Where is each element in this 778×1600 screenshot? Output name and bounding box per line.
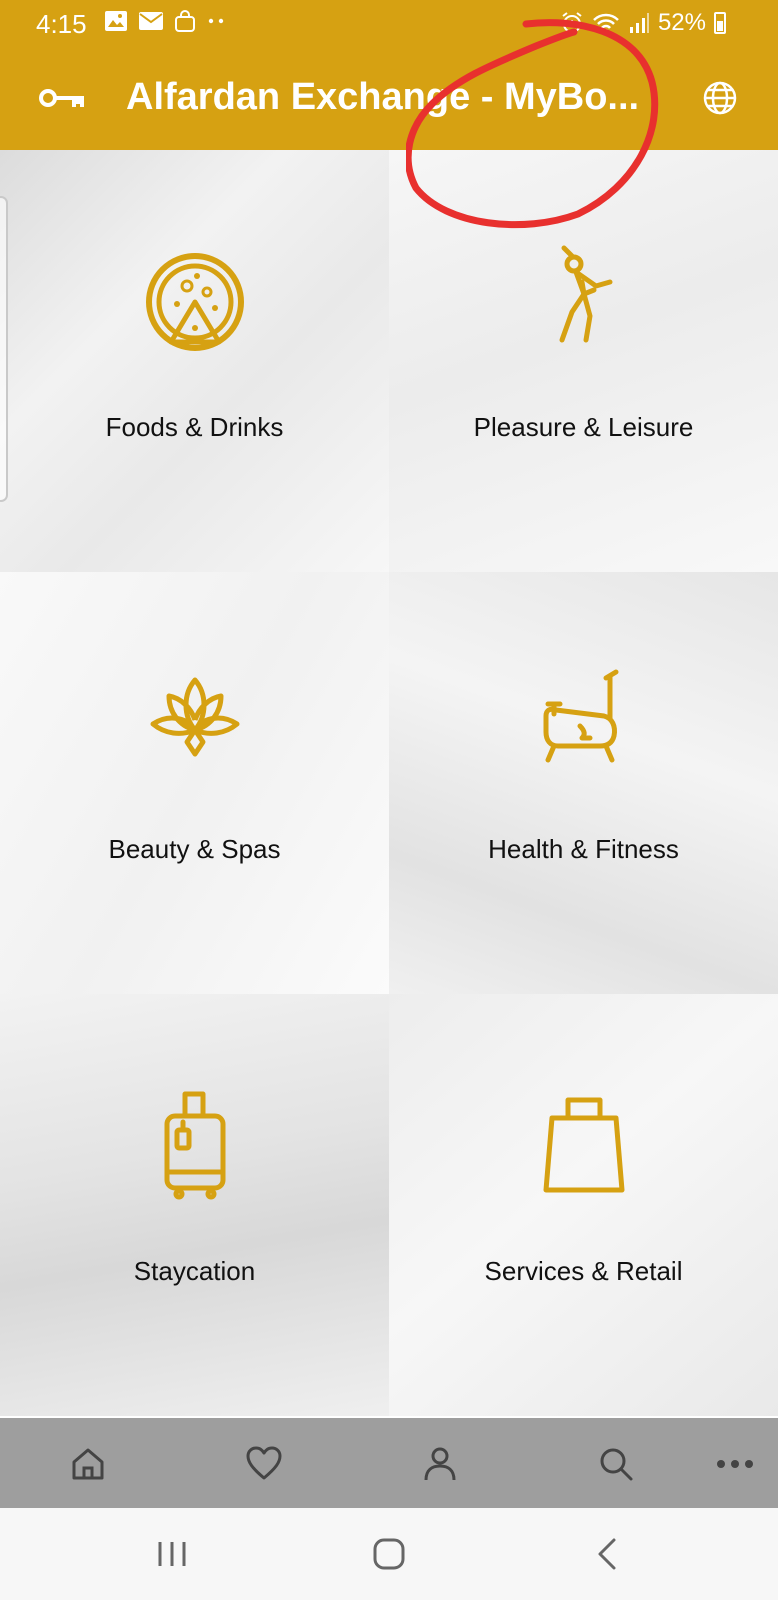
back-icon[interactable] <box>588 1534 628 1574</box>
key-icon[interactable] <box>38 80 88 116</box>
app-title: Alfardan Exchange - MyBo... <box>126 76 640 118</box>
category-label: Staycation <box>133 1256 256 1286</box>
home-button-icon[interactable] <box>369 1534 409 1574</box>
profile-icon[interactable] <box>420 1444 460 1484</box>
globe-icon[interactable] <box>702 80 738 116</box>
notification-icons <box>104 10 228 32</box>
category-label: Health & Fitness <box>488 834 679 864</box>
category-staycation[interactable]: Staycation <box>0 994 389 1416</box>
app-bar: Alfardan Exchange - MyBo... <box>0 48 778 150</box>
battery-icon <box>714 12 726 34</box>
system-nav-bar <box>0 1508 778 1600</box>
status-bar: 4:15 52% <box>0 0 778 48</box>
mail-icon <box>139 12 163 30</box>
exercise-bike-icon <box>543 669 618 763</box>
category-label: Beauty & Spas <box>108 834 281 864</box>
status-time: 4:15 <box>36 9 87 39</box>
alarm-icon <box>562 12 582 33</box>
more-dots-icon <box>208 18 224 24</box>
more-icon[interactable] <box>714 1444 756 1484</box>
heart-icon[interactable] <box>244 1444 284 1484</box>
category-beauty-spas[interactable]: Beauty & Spas <box>0 572 389 994</box>
category-pleasure-leisure[interactable]: Pleasure & Leisure <box>389 150 778 572</box>
pizza-icon <box>145 253 244 351</box>
lotus-icon <box>150 677 239 757</box>
category-label: Foods & Drinks <box>105 412 284 442</box>
category-services-retail[interactable]: Services & Retail <box>389 994 778 1416</box>
system-status: 52% <box>560 9 726 37</box>
shopping-bag-icon <box>543 1097 624 1193</box>
category-label: Pleasure & Leisure <box>473 412 694 442</box>
luggage-icon <box>164 1091 225 1200</box>
category-label: Services & Retail <box>484 1256 683 1286</box>
signal-icon <box>629 13 649 33</box>
home-icon[interactable] <box>68 1444 108 1484</box>
image-icon <box>105 11 127 31</box>
category-grid: Foods & Drinks Pleasure & Leisure Beauty… <box>0 150 778 1418</box>
category-foods-drinks[interactable]: Foods & Drinks <box>0 150 389 572</box>
shopping-bag-icon <box>175 10 195 32</box>
battery-percent: 52% <box>657 9 706 36</box>
bottom-nav <box>0 1418 778 1508</box>
recents-icon[interactable] <box>152 1534 192 1574</box>
golfer-icon <box>559 245 612 343</box>
category-health-fitness[interactable]: Health & Fitness <box>389 572 778 994</box>
wifi-icon <box>593 13 619 33</box>
edge-panel-handle[interactable] <box>0 196 8 502</box>
search-icon[interactable] <box>596 1444 636 1484</box>
